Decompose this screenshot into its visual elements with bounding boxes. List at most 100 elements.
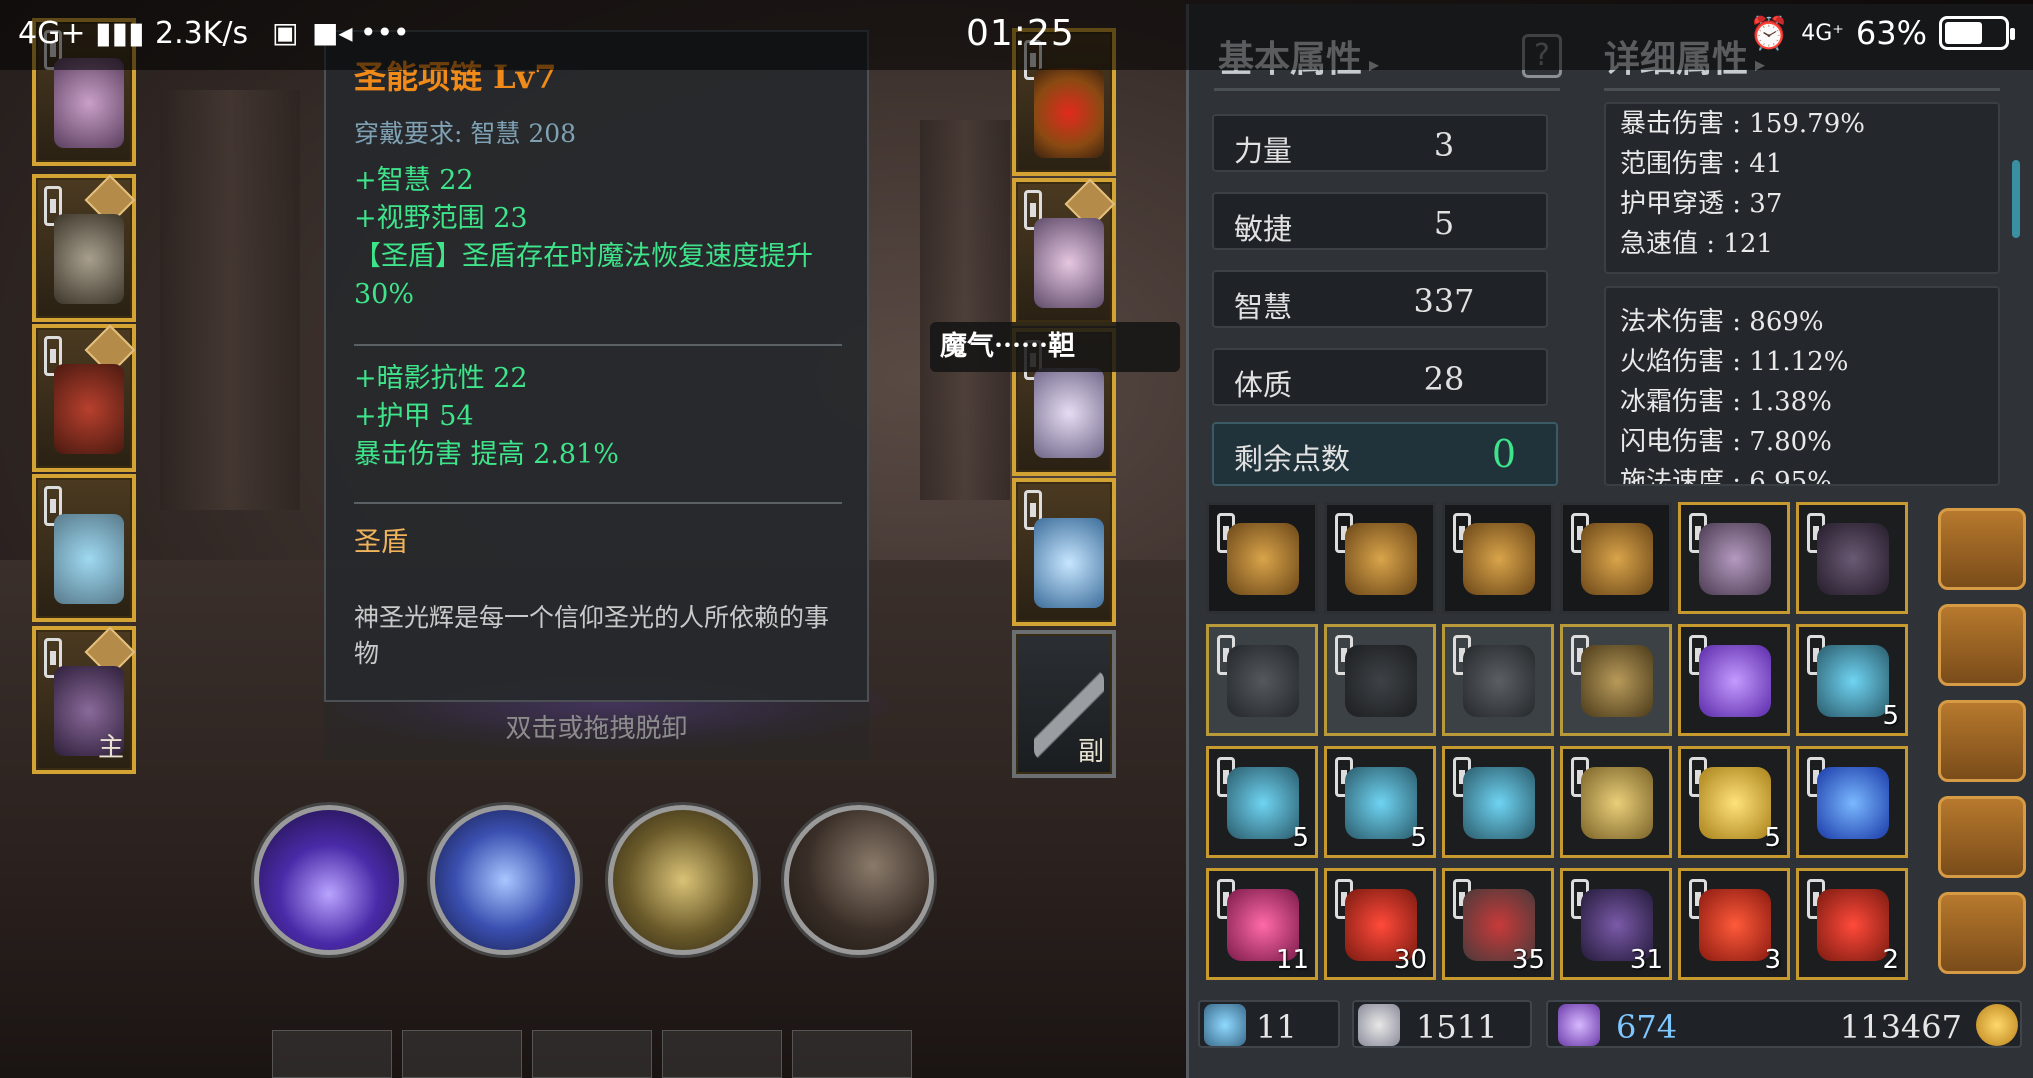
item-quantity: 35 [1511,945,1545,975]
bottom-tab[interactable] [662,1030,782,1078]
main-weapon-label: 主 [97,733,124,763]
item-stat-line: +暗影抗性 22 [354,363,528,394]
stat-value: 28 [1423,360,1465,398]
detail-stat: 法术伤害 : 869% [1620,307,1824,337]
crystal-value: 674 [1616,1008,1678,1046]
equip-slot-ring-left[interactable] [32,474,136,622]
equip-slot-off-weapon[interactable]: 副 [1012,630,1116,778]
battery-level [1945,22,1982,44]
bag-tab-5[interactable] [1938,892,2026,974]
inventory-slot[interactable]: 5 [1678,746,1790,858]
gauntlet-icon [1463,645,1535,717]
equip-slot-gloves[interactable] [1012,178,1116,326]
inventory-slot[interactable] [1560,502,1672,614]
bag-tab-1[interactable] [1938,508,2026,590]
inventory-slot[interactable] [1442,624,1554,736]
shield-icon [1358,1004,1400,1046]
item-stat-line: 暴击伤害 提高 2.81% [354,439,619,470]
detail-stat: 护甲穿透 : 37 [1620,189,1783,219]
blue-scroll-icon [1463,767,1535,839]
detail-scrollbar[interactable] [2012,160,2020,238]
bottom-tab[interactable] [402,1030,522,1078]
inventory-slot[interactable]: 5 [1206,746,1318,858]
inventory-slot[interactable] [1560,624,1672,736]
item-tooltip: 圣能项链 Lv7 穿戴要求: 智慧 208 +智慧 22 +视野范围 23 【圣… [324,30,869,702]
chest-armor-icon [54,364,124,454]
stat-strength: 力量 3 [1212,114,1548,172]
item-stats: +智慧 22 +视野范围 23 【圣盾】圣盾存在时魔法恢复速度提升30% [354,162,844,314]
bag-tab-3[interactable] [1938,700,2026,782]
divider [354,502,842,504]
blue-scroll-icon [1817,645,1889,717]
crystal-icon [1558,1004,1600,1046]
item-quantity: 11 [1275,945,1309,975]
skill-arcane-sphere-button[interactable] [430,805,580,955]
inventory-slot[interactable] [1206,624,1318,736]
inventory-slot[interactable] [1324,502,1436,614]
detail-stats-group: 暴击伤害 : 159.79% 范围伤害 : 41 护甲穿透 : 37 急速值 :… [1604,102,2000,274]
bag-tab-2[interactable] [1938,604,2026,686]
stat-name: 力量 [1234,134,1293,168]
gold-scroll-icon [1699,767,1771,839]
bottom-tab[interactable] [792,1030,912,1078]
item-quantity: 30 [1393,945,1427,975]
stat-name: 敏捷 [1234,212,1293,246]
skill-lightning-orb-button[interactable] [254,805,404,955]
equip-slot-main-weapon[interactable]: 主 [32,626,136,774]
item-quantity: 5 [1882,701,1899,731]
inventory-slot[interactable] [1796,502,1908,614]
equip-slot-chest[interactable] [32,324,136,472]
inventory-slot[interactable]: 11 [1206,868,1318,980]
red-orb-icon [1699,889,1771,961]
battery-icon [1939,16,2015,50]
battery-percent: 63% [1855,14,1927,52]
inventory-slot[interactable]: 35 [1442,868,1554,980]
inventory-slot[interactable] [1206,502,1318,614]
detail-stat: 急速值 : 121 [1620,229,1773,259]
bag-tab-4[interactable] [1938,796,2026,878]
detail-stat: 范围伤害 : 41 [1620,149,1783,179]
stat-value: 337 [1413,282,1475,320]
inventory-slot[interactable]: 5 [1796,624,1908,736]
inventory-slot[interactable]: 31 [1560,868,1672,980]
stat-name: 体质 [1234,368,1293,402]
inventory-slot[interactable] [1324,624,1436,736]
currency-value: 1511 [1416,1008,1498,1046]
inventory-slot[interactable]: 3 [1678,868,1790,980]
blue-orb-icon [1817,767,1889,839]
divider [354,344,842,346]
stat-constitution: 体质 28 [1212,348,1548,406]
skill-holy-orb-button[interactable] [608,805,758,955]
clock: 01:25 [966,13,1075,54]
inventory-slot[interactable] [1560,746,1672,858]
equip-slot-ring-right[interactable] [1012,478,1116,626]
skill-strike-button[interactable] [784,805,934,955]
backpack-icon [1227,523,1299,595]
inventory-slot[interactable]: 5 [1324,746,1436,858]
bottom-tab[interactable] [532,1030,652,1078]
inventory-slot[interactable]: 2 [1796,868,1908,980]
inventory-slot[interactable]: 30 [1324,868,1436,980]
backpack-icon [1581,523,1653,595]
gold-value: 113467 [1839,1008,1962,1046]
blue-scroll-icon [1227,767,1299,839]
equip-slot-shoulder[interactable] [32,174,136,322]
inventory-slot[interactable] [1796,746,1908,858]
inventory-slot[interactable] [1442,746,1554,858]
detail-stats-group[interactable]: 法术伤害 : 869% 火焰伤害 : 11.12% 冰霜伤害 : 1.38% 闪… [1604,286,2000,486]
off-weapon-label: 副 [1077,737,1104,767]
stat-value: 3 [1433,126,1455,164]
item-quantity: 2 [1882,945,1899,975]
bottom-tab[interactable] [272,1030,392,1078]
item-bonus-stats: +暗影抗性 22 +护甲 54 暴击伤害 提高 2.81% [354,360,844,474]
status-bar: 4G+ ▮▮▮ 2.3K/s ▣ ■◂ ••• 01:25 ⏰ 4G⁺ 63% [0,0,2033,70]
item-set-name: 圣盾 [354,527,408,558]
inventory-slot[interactable] [1678,624,1790,736]
inventory-slot[interactable] [1442,502,1554,614]
stat-value: 0 [1491,432,1517,476]
ring-icon [54,514,124,604]
boots-icon [1817,523,1889,595]
inventory-slot[interactable] [1678,502,1790,614]
alarm-icon: ⏰ [1749,14,1790,52]
network-speed: 2.3K/s [155,16,249,51]
